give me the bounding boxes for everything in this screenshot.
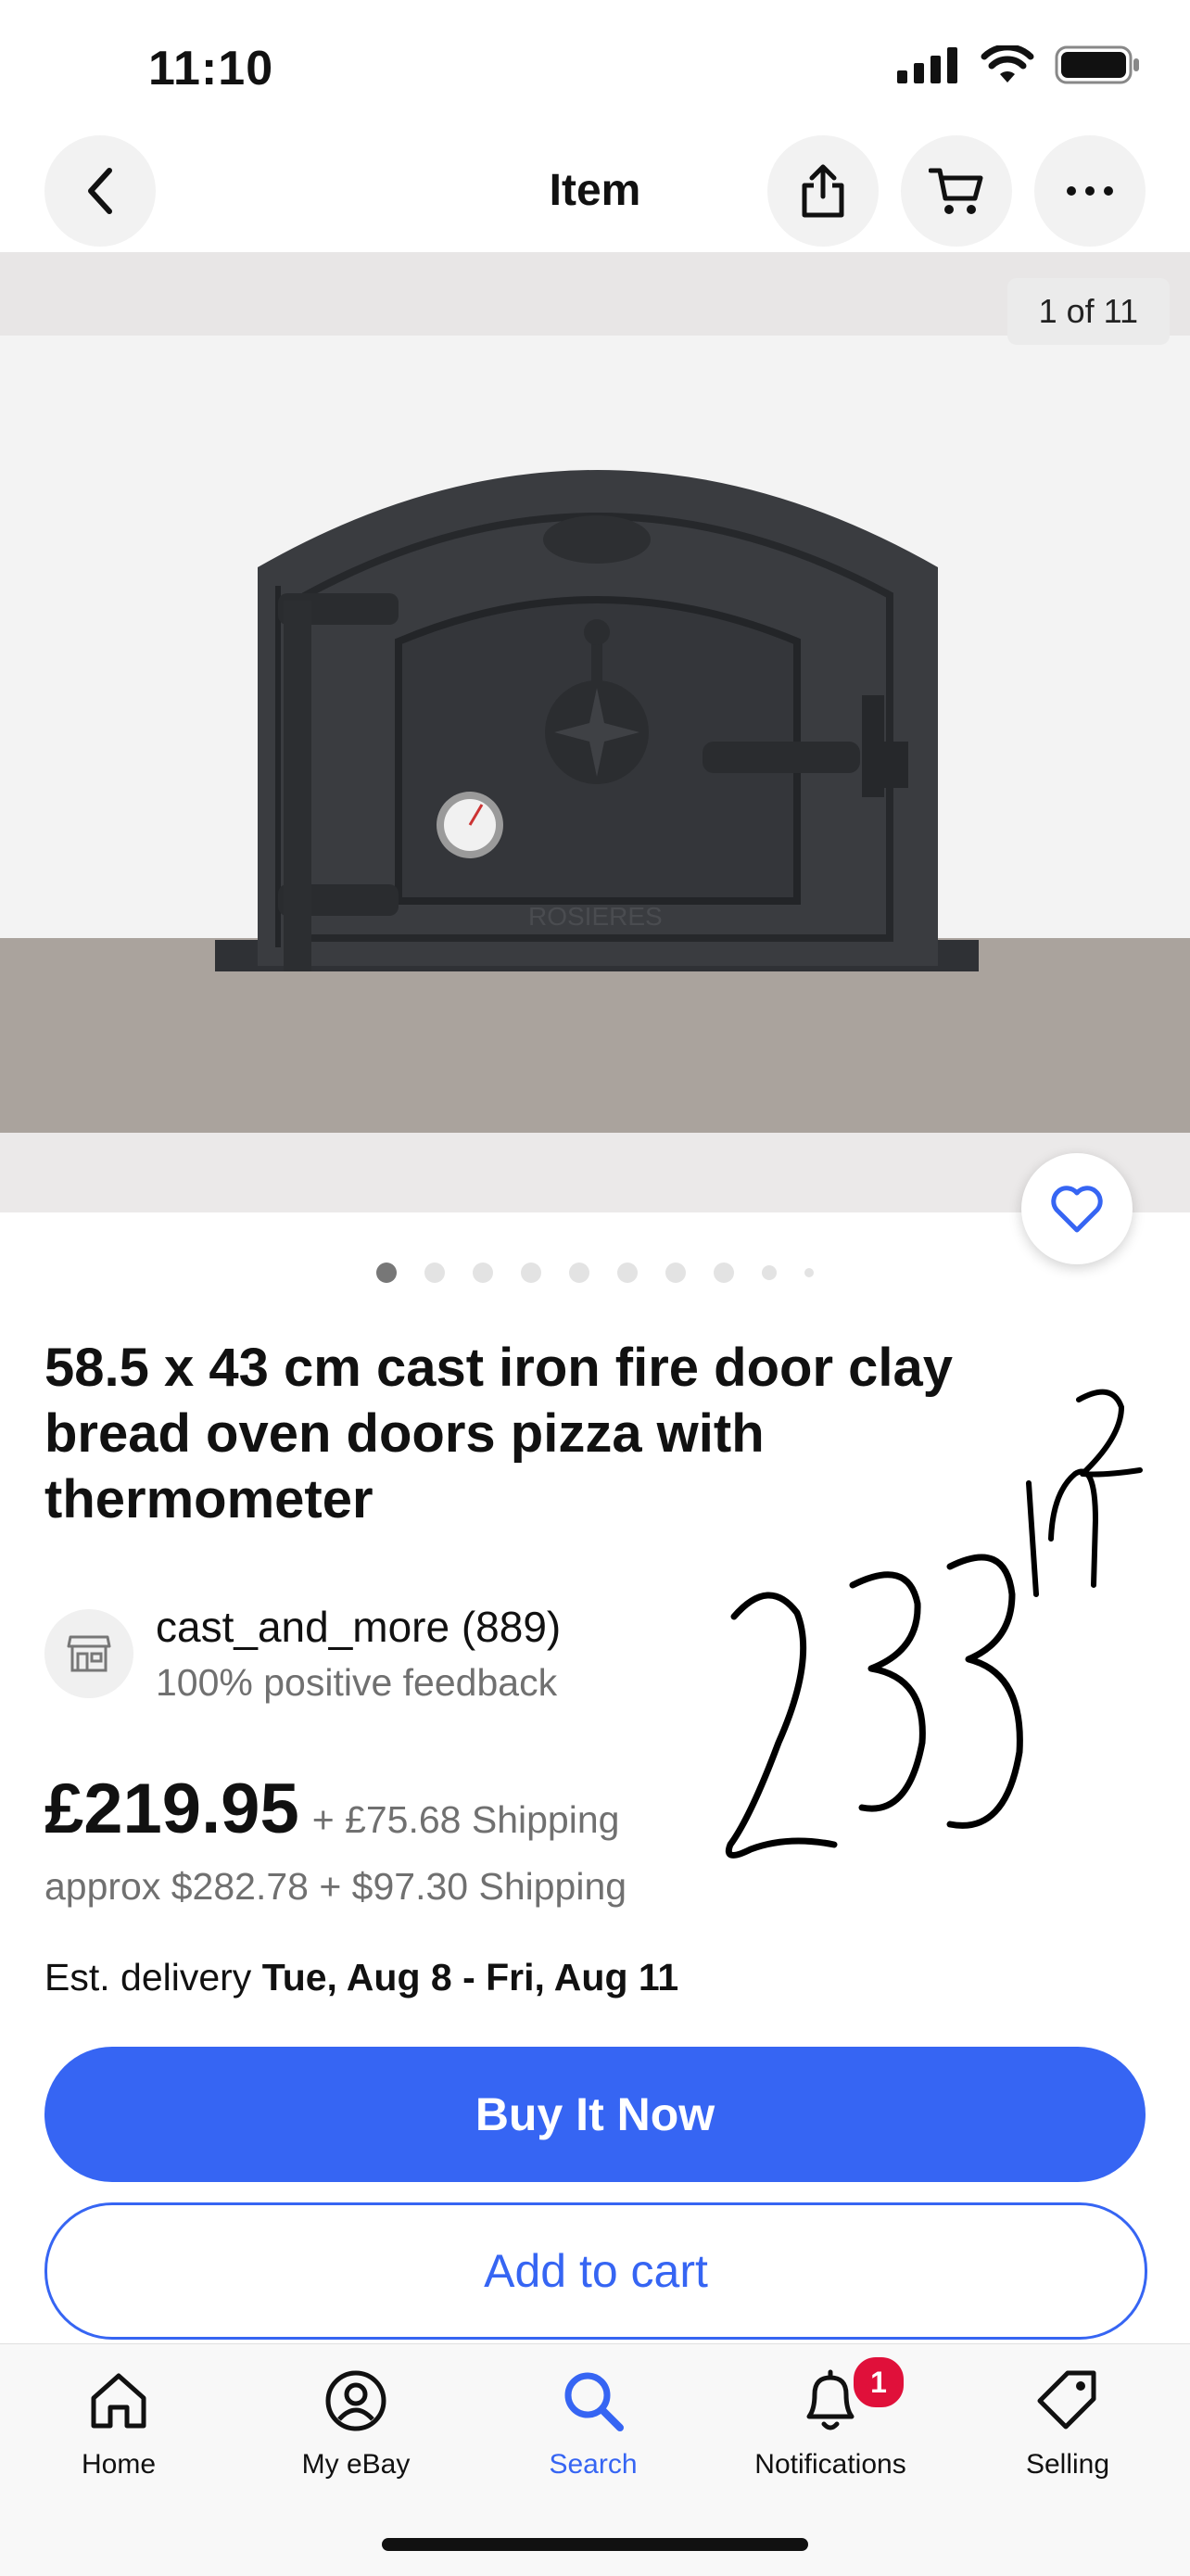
home-indicator <box>382 2538 808 2551</box>
share-icon <box>802 164 844 218</box>
signal-icon <box>897 47 957 83</box>
watchlist-button[interactable] <box>1021 1153 1133 1264</box>
pagination-dot[interactable] <box>804 1268 814 1277</box>
store-icon <box>67 1635 111 1672</box>
pagination-dot[interactable] <box>569 1263 589 1283</box>
oven-door-image: ROSIERES <box>0 252 1190 1212</box>
pagination-dot[interactable] <box>762 1265 777 1280</box>
cart-button[interactable] <box>901 135 1012 247</box>
tab-label: Home <box>81 2449 157 2480</box>
product-image[interactable]: ROSIERES <box>0 252 1190 1212</box>
tab-label: Notifications <box>754 2449 906 2480</box>
status-icons <box>897 44 1142 85</box>
tab-search[interactable]: Search <box>500 2364 686 2481</box>
seller-name-link[interactable]: cast_and_more (889) <box>156 1602 561 1652</box>
add-to-cart-button[interactable]: Add to cart <box>44 2202 1147 2340</box>
search-icon <box>564 2372 624 2431</box>
pagination-dot[interactable] <box>617 1263 638 1283</box>
buy-it-now-button[interactable]: Buy It Now <box>44 2047 1146 2182</box>
pagination-dot[interactable] <box>714 1263 734 1283</box>
shipping-cost: + £75.68 Shipping <box>311 1798 620 1841</box>
tab-label: My eBay <box>301 2449 411 2480</box>
seller-feedback: 100% positive feedback <box>156 1661 558 1704</box>
image-pagination-dots <box>0 1261 1190 1285</box>
seller-avatar[interactable] <box>44 1609 133 1698</box>
handwritten-annotation <box>725 1389 1143 1859</box>
door-brand-text: ROSIERES <box>528 902 663 931</box>
estimated-delivery: Est. delivery Tue, Aug 8 - Fri, Aug 11 <box>44 1956 678 1999</box>
status-time: 11:10 <box>148 42 274 95</box>
pagination-dot[interactable] <box>376 1263 397 1283</box>
price-row: £219.95 + £75.68 Shipping <box>44 1769 619 1849</box>
tab-selling[interactable]: Selling <box>975 2364 1160 2481</box>
approx-price: approx $282.78 + $97.30 Shipping <box>44 1865 627 1908</box>
home-icon <box>91 2373 146 2429</box>
tab-label: Selling <box>1025 2449 1110 2480</box>
tab-home[interactable]: Home <box>26 2364 211 2481</box>
tab-notifications[interactable]: 1 Notifications <box>738 2354 923 2481</box>
user-icon <box>325 2370 386 2431</box>
pagination-dot[interactable] <box>473 1263 493 1283</box>
share-button[interactable] <box>767 135 879 247</box>
pagination-dot[interactable] <box>521 1263 541 1283</box>
cart-icon <box>929 168 983 214</box>
more-button[interactable] <box>1034 135 1146 247</box>
heart-icon <box>1051 1186 1103 1233</box>
delivery-label: Est. delivery <box>44 1956 262 1999</box>
notification-badge: 1 <box>851 2354 906 2410</box>
tab-label: Search <box>549 2449 638 2480</box>
battery-icon <box>1055 45 1139 84</box>
tab-my-ebay[interactable]: My eBay <box>263 2364 449 2481</box>
wifi-icon <box>981 45 1034 82</box>
pagination-dot[interactable] <box>424 1263 445 1283</box>
pagination-dot[interactable] <box>665 1263 686 1283</box>
delivery-dates: Tue, Aug 8 - Fri, Aug 11 <box>261 1956 679 1999</box>
image-counter: 1 of 11 <box>1006 278 1170 345</box>
more-icon <box>1067 186 1113 196</box>
price: £219.95 <box>44 1770 299 1848</box>
tag-icon <box>1037 2370 1096 2430</box>
